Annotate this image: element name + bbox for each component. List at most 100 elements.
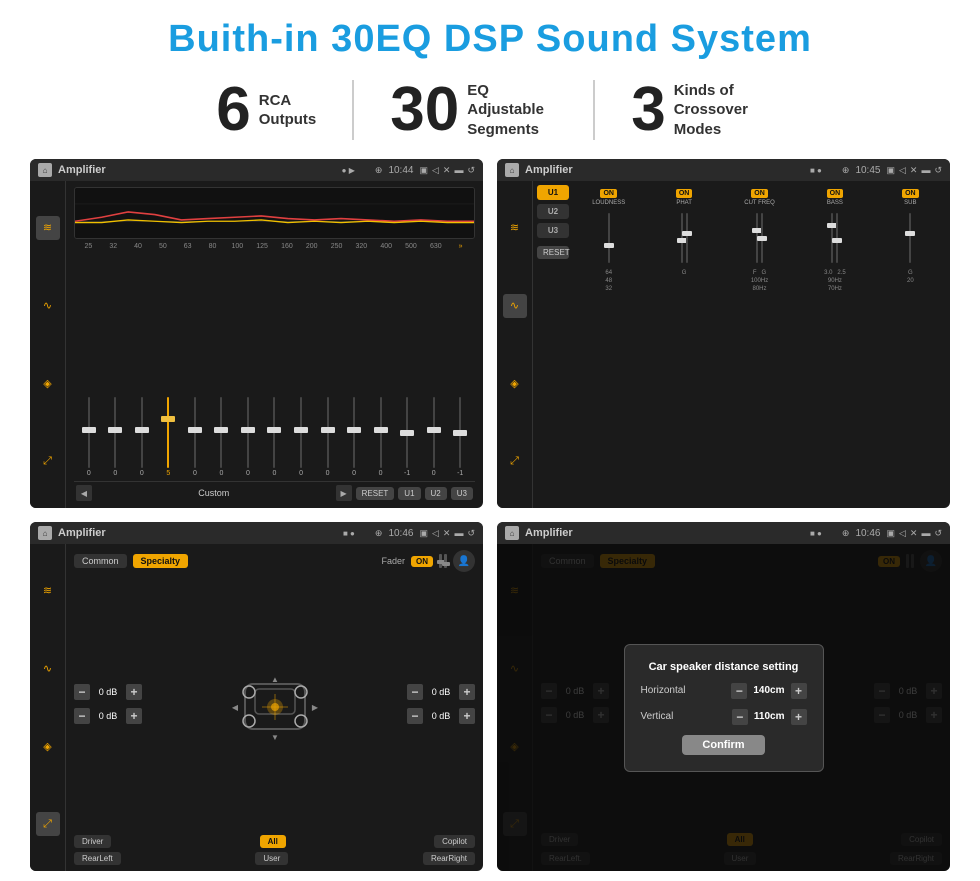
fader-rearleft-btn[interactable]: RearLeft xyxy=(74,852,121,865)
fader-rearright-btn[interactable]: RearRight xyxy=(423,852,475,865)
crossover-cam-icon: ▣ xyxy=(886,165,895,176)
fader-x-icon: ✕ xyxy=(443,528,451,539)
eq-back-icon[interactable]: ↺ xyxy=(467,165,475,176)
crossover-status-dots: ■ ● xyxy=(810,166,822,175)
crossover-screen-card: ⌂ Amplifier ■ ● ⊕ 10:45 ▣ ◁ ✕ ▬ ↺ ≋ ∿ xyxy=(497,159,950,508)
fader-on-pill[interactable]: ON xyxy=(411,556,433,567)
crossover-channels: ON LOUDNESS 64 48 32 xyxy=(573,185,946,504)
fader-sidebar-arrows-icon[interactable]: ⤢ xyxy=(36,812,60,836)
dialog-confirm-button[interactable]: Confirm xyxy=(682,735,764,755)
dialog-pin-icon: ⊕ xyxy=(842,528,850,539)
fader-bottomright-plus[interactable]: + xyxy=(459,708,475,724)
freq-100: 100 xyxy=(225,243,250,250)
eq-slider-2[interactable]: 0 xyxy=(129,397,155,477)
dialog-home-icon[interactable]: ⌂ xyxy=(505,526,519,540)
eq-sidebar-eq-icon[interactable]: ≋ xyxy=(36,216,60,240)
eq-slider-11[interactable]: 0 xyxy=(368,397,394,477)
stat-rca: 6 RCAOutputs xyxy=(180,79,352,141)
bass-on[interactable]: ON xyxy=(827,189,844,198)
eq-home-icon[interactable] xyxy=(38,163,52,177)
dialog-horizontal-plus[interactable]: + xyxy=(791,683,807,699)
eq-u2-btn[interactable]: U2 xyxy=(425,487,447,500)
eq-slider-9[interactable]: 0 xyxy=(315,397,341,477)
crossover-u3-btn[interactable]: U3 xyxy=(537,223,569,238)
eq-reset-btn[interactable]: RESET xyxy=(356,487,395,500)
fader-bottomleft-plus[interactable]: + xyxy=(126,708,142,724)
eq-slider-6[interactable]: 0 xyxy=(235,397,261,477)
fader-copilot-btn[interactable]: Copilot xyxy=(434,835,475,848)
stat-crossover: 3 Kinds ofCrossover Modes xyxy=(595,79,799,141)
crossover-sq-icon: ▬ xyxy=(921,165,930,175)
fader-sidebar-wave-icon[interactable]: ∿ xyxy=(36,657,60,681)
crossover-home-icon[interactable]: ⌂ xyxy=(505,163,519,177)
crossover-sidebar-speaker-icon[interactable]: ◈ xyxy=(503,371,527,395)
fader-time: 10:46 xyxy=(388,528,413,539)
crossover-reset-btn[interactable]: RESET xyxy=(537,246,569,259)
dialog-vertical-row: Vertical − 110cm + xyxy=(641,709,807,725)
dialog-vertical-minus[interactable]: − xyxy=(732,709,748,725)
fader-home-icon[interactable]: ⌂ xyxy=(38,526,52,540)
eq-slider-8[interactable]: 0 xyxy=(288,397,314,477)
fader-topleft-value: 0 dB xyxy=(94,687,122,697)
eq-slider-14[interactable]: -1 xyxy=(447,397,473,477)
eq-sidebar-wave-icon[interactable]: ∿ xyxy=(36,294,60,318)
freq-400: 400 xyxy=(374,243,399,250)
eq-next-btn[interactable]: ▶ xyxy=(336,485,352,501)
crossover-u2-btn[interactable]: U2 xyxy=(537,204,569,219)
eq-slider-3[interactable]: 5 xyxy=(156,397,182,477)
stat-number-crossover: 3 xyxy=(631,79,665,141)
fader-bottomleft-row: − 0 dB + xyxy=(74,708,142,724)
fader-profile-icon[interactable]: 👤 xyxy=(453,550,475,572)
cutfreq-on[interactable]: ON xyxy=(751,189,768,198)
dialog-back-icon[interactable]: ↺ xyxy=(934,528,942,539)
eq-slider-1[interactable]: 0 xyxy=(103,397,129,477)
eq-prev-btn[interactable]: ◀ xyxy=(76,485,92,501)
fader-sidebar-speaker-icon[interactable]: ◈ xyxy=(36,734,60,758)
loudness-on[interactable]: ON xyxy=(600,189,617,198)
crossover-sidebar-wave-icon[interactable]: ∿ xyxy=(503,294,527,318)
fader-back-icon[interactable]: ↺ xyxy=(467,528,475,539)
dialog-vertical-plus[interactable]: + xyxy=(791,709,807,725)
fader-label: Fader xyxy=(381,556,405,566)
fader-driver-btn[interactable]: Driver xyxy=(74,835,111,848)
freq-500: 500 xyxy=(399,243,424,250)
cutfreq-label: CUT FREQ xyxy=(744,200,775,206)
fader-bottomleft-minus[interactable]: − xyxy=(74,708,90,724)
fader-bottomright-minus[interactable]: − xyxy=(407,708,423,724)
eq-slider-13[interactable]: 0 xyxy=(421,397,447,477)
dialog-time: 10:46 xyxy=(855,528,880,539)
main-title: Buith-in 30EQ DSP Sound System xyxy=(168,18,812,61)
eq-slider-10[interactable]: 0 xyxy=(341,397,367,477)
fader-left-controls: − 0 dB + − 0 dB + xyxy=(74,684,142,724)
fader-common-btn[interactable]: Common xyxy=(74,554,127,568)
eq-slider-7[interactable]: 0 xyxy=(262,397,288,477)
fader-status-dots: ■ ● xyxy=(343,529,355,538)
crossover-back-icon[interactable]: ↺ xyxy=(934,165,942,176)
phat-on[interactable]: ON xyxy=(676,189,693,198)
fader-all-btn[interactable]: All xyxy=(260,835,286,848)
stat-label-rca: RCAOutputs xyxy=(259,91,317,130)
sub-on[interactable]: ON xyxy=(902,189,919,198)
eq-sidebar-speaker-icon[interactable]: ◈ xyxy=(36,371,60,395)
eq-u3-btn[interactable]: U3 xyxy=(451,487,473,500)
fader-topleft-minus[interactable]: − xyxy=(74,684,90,700)
crossover-sidebar-eq-icon[interactable]: ≋ xyxy=(503,216,527,240)
dialog-cam-icon: ▣ xyxy=(886,528,895,539)
dialog-vertical-label: Vertical xyxy=(641,711,726,722)
fader-specialty-btn[interactable]: Specialty xyxy=(133,554,189,568)
eq-slider-12[interactable]: -1 xyxy=(394,397,420,477)
eq-slider-4[interactable]: 0 xyxy=(182,397,208,477)
eq-u1-btn[interactable]: U1 xyxy=(398,487,420,500)
crossover-u1-btn[interactable]: U1 xyxy=(537,185,569,200)
crossover-sidebar-arrows-icon[interactable]: ⤢ xyxy=(503,449,527,473)
fader-topright-plus[interactable]: + xyxy=(459,684,475,700)
dialog-horizontal-minus[interactable]: − xyxy=(731,683,747,699)
fader-user-btn[interactable]: User xyxy=(255,852,288,865)
eq-slider-0[interactable]: 0 xyxy=(76,397,102,477)
eq-sq-icon: ▬ xyxy=(454,165,463,175)
eq-sidebar-arrows-icon[interactable]: ⤢ xyxy=(36,449,60,473)
fader-topleft-plus[interactable]: + xyxy=(126,684,142,700)
eq-slider-5[interactable]: 0 xyxy=(209,397,235,477)
fader-sidebar-eq-icon[interactable]: ≋ xyxy=(36,579,60,603)
fader-topright-minus[interactable]: − xyxy=(407,684,423,700)
